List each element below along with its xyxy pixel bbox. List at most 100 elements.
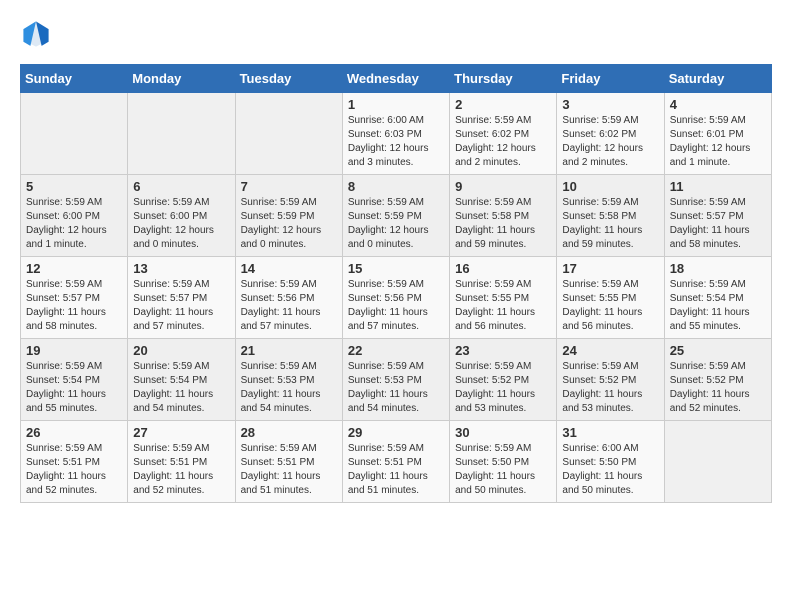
day-info: Sunrise: 5:59 AM Sunset: 5:50 PM Dayligh… <box>455 442 551 498</box>
day-number: 22 <box>348 343 444 358</box>
calendar-cell: 6 Sunrise: 5:59 AM Sunset: 6:00 PM Daylig… <box>128 175 235 257</box>
day-number: 18 <box>670 261 766 276</box>
calendar-cell: 29Sunrise: 5:59 AM Sunset: 5:51 PM Dayli… <box>342 421 449 503</box>
calendar-cell: 13 Sunrise: 5:59 AM Sunset: 5:57 PM Dayli… <box>128 257 235 339</box>
calendar-cell: 3 Sunrise: 5:59 AM Sunset: 6:02 PM Daylig… <box>557 93 664 175</box>
day-number: 26 <box>26 425 122 440</box>
calendar-cell: 26 Sunrise: 5:59 AM Sunset: 5:51 PM Dayli… <box>21 421 128 503</box>
weekday-header: Wednesday <box>342 65 449 93</box>
calendar-cell: 5Sunrise: 5:59 AM Sunset: 6:00 PM Daylig… <box>21 175 128 257</box>
day-number: 2 <box>455 97 551 112</box>
calendar-week-row: 12 Sunrise: 5:59 AM Sunset: 5:57 PM Dayli… <box>21 257 772 339</box>
day-info: Sunrise: 5:59 AM Sunset: 5:51 PM Dayligh… <box>133 442 229 498</box>
calendar-cell: 9Sunrise: 5:59 AM Sunset: 5:58 PM Daylig… <box>450 175 557 257</box>
day-info: Sunrise: 5:59 AM Sunset: 5:52 PM Dayligh… <box>562 360 658 416</box>
day-info: Sunrise: 5:59 AM Sunset: 5:53 PM Dayligh… <box>348 360 444 416</box>
calendar-cell: 31 Sunrise: 6:00 AM Sunset: 5:50 PM Dayli… <box>557 421 664 503</box>
day-info: Sunrise: 5:59 AM Sunset: 5:57 PM Dayligh… <box>26 278 122 334</box>
day-info: Sunrise: 5:59 AM Sunset: 5:59 PM Dayligh… <box>348 196 444 252</box>
day-info: Sunrise: 5:59 AM Sunset: 5:54 PM Dayligh… <box>133 360 229 416</box>
calendar-week-row: 5Sunrise: 5:59 AM Sunset: 6:00 PM Daylig… <box>21 175 772 257</box>
day-info: Sunrise: 5:59 AM Sunset: 5:52 PM Dayligh… <box>455 360 551 416</box>
calendar-cell <box>128 93 235 175</box>
calendar-cell: 12 Sunrise: 5:59 AM Sunset: 5:57 PM Dayli… <box>21 257 128 339</box>
day-number: 21 <box>241 343 337 358</box>
calendar-week-row: 26 Sunrise: 5:59 AM Sunset: 5:51 PM Dayli… <box>21 421 772 503</box>
day-info: Sunrise: 5:59 AM Sunset: 5:54 PM Dayligh… <box>670 278 766 334</box>
weekday-header: Monday <box>128 65 235 93</box>
day-number: 7 <box>241 179 337 194</box>
day-number: 14 <box>241 261 337 276</box>
calendar-week-row: 19Sunrise: 5:59 AM Sunset: 5:54 PM Dayli… <box>21 339 772 421</box>
day-number: 9 <box>455 179 551 194</box>
day-number: 10 <box>562 179 658 194</box>
day-info: Sunrise: 5:59 AM Sunset: 5:53 PM Dayligh… <box>241 360 337 416</box>
calendar-cell: 21 Sunrise: 5:59 AM Sunset: 5:53 PM Dayli… <box>235 339 342 421</box>
day-info: Sunrise: 5:59 AM Sunset: 5:51 PM Dayligh… <box>241 442 337 498</box>
calendar-cell: 7 Sunrise: 5:59 AM Sunset: 5:59 PM Daylig… <box>235 175 342 257</box>
day-number: 3 <box>562 97 658 112</box>
calendar-cell: 17Sunrise: 5:59 AM Sunset: 5:55 PM Dayli… <box>557 257 664 339</box>
calendar-cell: 4 Sunrise: 5:59 AM Sunset: 6:01 PM Daylig… <box>664 93 771 175</box>
day-number: 13 <box>133 261 229 276</box>
day-number: 6 <box>133 179 229 194</box>
calendar-week-row: 1 Sunrise: 6:00 AM Sunset: 6:03 PM Daylig… <box>21 93 772 175</box>
calendar-cell: 16Sunrise: 5:59 AM Sunset: 5:55 PM Dayli… <box>450 257 557 339</box>
calendar-cell <box>664 421 771 503</box>
day-info: Sunrise: 5:59 AM Sunset: 5:56 PM Dayligh… <box>348 278 444 334</box>
weekday-header: Friday <box>557 65 664 93</box>
calendar-cell <box>21 93 128 175</box>
calendar-cell: 19Sunrise: 5:59 AM Sunset: 5:54 PM Dayli… <box>21 339 128 421</box>
day-info: Sunrise: 6:00 AM Sunset: 5:50 PM Dayligh… <box>562 442 658 498</box>
day-number: 25 <box>670 343 766 358</box>
calendar-cell: 27Sunrise: 5:59 AM Sunset: 5:51 PM Dayli… <box>128 421 235 503</box>
calendar-cell: 18 Sunrise: 5:59 AM Sunset: 5:54 PM Dayli… <box>664 257 771 339</box>
calendar-cell: 14 Sunrise: 5:59 AM Sunset: 5:56 PM Dayli… <box>235 257 342 339</box>
logo <box>20 20 50 48</box>
day-number: 20 <box>133 343 229 358</box>
calendar-cell: 20 Sunrise: 5:59 AM Sunset: 5:54 PM Dayli… <box>128 339 235 421</box>
day-info: Sunrise: 5:59 AM Sunset: 5:57 PM Dayligh… <box>670 196 766 252</box>
page-header <box>20 20 772 48</box>
day-number: 1 <box>348 97 444 112</box>
day-info: Sunrise: 6:00 AM Sunset: 6:03 PM Dayligh… <box>348 114 444 170</box>
day-info: Sunrise: 5:59 AM Sunset: 6:00 PM Dayligh… <box>26 196 122 252</box>
weekday-header: Sunday <box>21 65 128 93</box>
calendar-cell: 10 Sunrise: 5:59 AM Sunset: 5:58 PM Dayli… <box>557 175 664 257</box>
day-info: Sunrise: 5:59 AM Sunset: 6:00 PM Dayligh… <box>133 196 229 252</box>
calendar-cell: 1 Sunrise: 6:00 AM Sunset: 6:03 PM Daylig… <box>342 93 449 175</box>
day-info: Sunrise: 5:59 AM Sunset: 6:01 PM Dayligh… <box>670 114 766 170</box>
calendar-cell: 8 Sunrise: 5:59 AM Sunset: 5:59 PM Daylig… <box>342 175 449 257</box>
day-info: Sunrise: 5:59 AM Sunset: 6:02 PM Dayligh… <box>562 114 658 170</box>
day-number: 11 <box>670 179 766 194</box>
day-number: 29 <box>348 425 444 440</box>
day-number: 4 <box>670 97 766 112</box>
day-info: Sunrise: 5:59 AM Sunset: 5:55 PM Dayligh… <box>562 278 658 334</box>
day-number: 31 <box>562 425 658 440</box>
day-info: Sunrise: 5:59 AM Sunset: 5:58 PM Dayligh… <box>562 196 658 252</box>
weekday-header: Saturday <box>664 65 771 93</box>
day-info: Sunrise: 5:59 AM Sunset: 5:59 PM Dayligh… <box>241 196 337 252</box>
calendar-cell: 11 Sunrise: 5:59 AM Sunset: 5:57 PM Dayli… <box>664 175 771 257</box>
day-number: 12 <box>26 261 122 276</box>
day-info: Sunrise: 5:59 AM Sunset: 5:54 PM Dayligh… <box>26 360 122 416</box>
calendar-cell: 22 Sunrise: 5:59 AM Sunset: 5:53 PM Dayli… <box>342 339 449 421</box>
day-number: 24 <box>562 343 658 358</box>
day-info: Sunrise: 5:59 AM Sunset: 5:57 PM Dayligh… <box>133 278 229 334</box>
day-number: 28 <box>241 425 337 440</box>
calendar-cell: 23Sunrise: 5:59 AM Sunset: 5:52 PM Dayli… <box>450 339 557 421</box>
day-info: Sunrise: 5:59 AM Sunset: 5:56 PM Dayligh… <box>241 278 337 334</box>
calendar-cell <box>235 93 342 175</box>
calendar-cell: 2 Sunrise: 5:59 AM Sunset: 6:02 PM Daylig… <box>450 93 557 175</box>
weekday-header: Thursday <box>450 65 557 93</box>
calendar-cell: 25Sunrise: 5:59 AM Sunset: 5:52 PM Dayli… <box>664 339 771 421</box>
day-number: 30 <box>455 425 551 440</box>
logo-icon <box>22 20 50 48</box>
weekday-header-row: SundayMondayTuesdayWednesdayThursdayFrid… <box>21 65 772 93</box>
day-info: Sunrise: 5:59 AM Sunset: 6:02 PM Dayligh… <box>455 114 551 170</box>
day-number: 8 <box>348 179 444 194</box>
day-info: Sunrise: 5:59 AM Sunset: 5:51 PM Dayligh… <box>26 442 122 498</box>
weekday-header: Tuesday <box>235 65 342 93</box>
calendar-cell: 24 Sunrise: 5:59 AM Sunset: 5:52 PM Dayli… <box>557 339 664 421</box>
calendar-table: SundayMondayTuesdayWednesdayThursdayFrid… <box>20 64 772 503</box>
